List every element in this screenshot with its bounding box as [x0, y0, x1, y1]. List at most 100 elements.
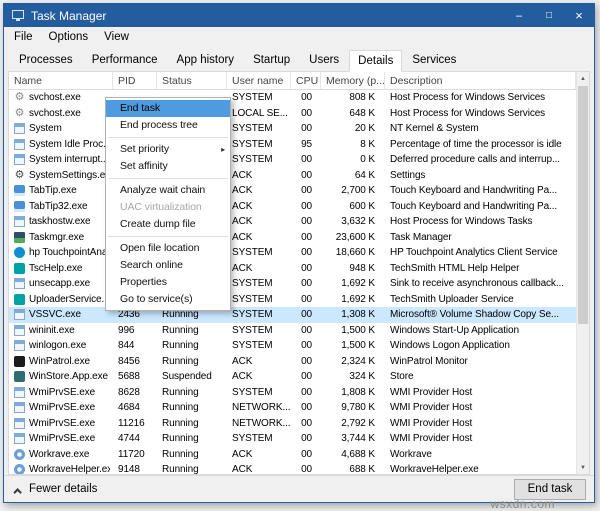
process-description: Windows Logon Application: [390, 340, 510, 352]
process-name-label: VSSVC.exe: [29, 309, 81, 321]
tab-users[interactable]: Users: [300, 50, 348, 71]
process-status: Running: [162, 386, 199, 398]
process-name-cell: unsecapp.exe: [9, 278, 113, 290]
context-menu-item-end-process-tree[interactable]: End process tree: [106, 117, 230, 134]
process-row[interactable]: WmiPrvSE.exe 11216 Running NETWORK... 00 2,79…: [9, 416, 576, 432]
process-name-label: TabTip.exe: [29, 185, 77, 197]
process-cpu: 00: [301, 386, 312, 398]
tab-app-history[interactable]: App history: [168, 50, 244, 71]
column-header-name[interactable]: Name: [9, 72, 113, 89]
process-pid: 844: [118, 340, 135, 352]
window-icon: [14, 417, 25, 429]
scroll-down-icon[interactable]: ▼: [577, 461, 589, 474]
workrave-icon: [14, 464, 25, 474]
process-row[interactable]: TabTip32.exe ACK 00 600 K Touch Keyboard and…: [9, 199, 576, 215]
column-header-row: Name PID Status User name CPU Memory (p... Des…: [9, 72, 589, 90]
process-row[interactable]: wininit.exe 996 Running SYSTEM 00 1,500 K Wind…: [9, 323, 576, 339]
column-header-user[interactable]: User name: [227, 72, 291, 89]
process-row[interactable]: TscHelp.exe ACK 00 948 K TechSmith HTML Help…: [9, 261, 576, 277]
fewer-details-label: Fewer details: [29, 483, 98, 495]
process-row[interactable]: WmiPrvSE.exe 4684 Running NETWORK... 00 9,780…: [9, 400, 576, 416]
menubar-item-file[interactable]: File: [6, 29, 41, 45]
menu-separator: [108, 137, 228, 138]
tab-performance[interactable]: Performance: [83, 50, 167, 71]
process-row[interactable]: WmiPrvSE.exe 4744 Running SYSTEM 00 3,744 K WM…: [9, 431, 576, 447]
process-cpu: 00: [301, 371, 312, 383]
process-row[interactable]: UploaderService... SYSTEM 00 1,692 K TechSmi…: [9, 292, 576, 308]
menubar-item-options[interactable]: Options: [41, 29, 97, 45]
context-menu-item-properties[interactable]: Properties: [106, 274, 230, 291]
context-menu-item-search-online[interactable]: Search online: [106, 257, 230, 274]
tab-processes[interactable]: Processes: [10, 50, 82, 71]
process-row[interactable]: Workrave.exe 11720 Running ACK 00 4,688 K Work…: [9, 447, 576, 463]
context-menu-item-open-file-location[interactable]: Open file location: [106, 240, 230, 257]
settings-gear-icon: ⚙: [14, 169, 25, 181]
tab-startup[interactable]: Startup: [244, 50, 299, 71]
process-row[interactable]: ⚙ SystemSettings.e... ACK 00 64 K Settings: [9, 168, 576, 184]
process-name-label: svchost.exe: [29, 107, 81, 119]
menubar-item-view[interactable]: View: [96, 29, 137, 45]
process-row[interactable]: TabTip.exe ACK 00 2,700 K Touch Keyboard and…: [9, 183, 576, 199]
process-memory: 1,500 K: [341, 340, 375, 352]
scroll-up-icon[interactable]: ▲: [577, 72, 589, 85]
window-icon: [14, 386, 25, 398]
winpatrol-icon: [14, 355, 25, 367]
process-user: ACK: [232, 355, 253, 367]
process-row[interactable]: ⚙ svchost.exe SYSTEM 00 808 K Host Process fo…: [9, 90, 576, 106]
scrollbar-thumb[interactable]: [578, 86, 588, 324]
column-header-cpu[interactable]: CPU: [291, 72, 321, 89]
vertical-scrollbar[interactable]: ▲ ▼: [576, 72, 589, 474]
process-user: ACK: [232, 464, 253, 474]
process-memory: 9,780 K: [341, 402, 375, 414]
process-row[interactable]: System interrupt... SYSTEM 00 0 K Deferred p…: [9, 152, 576, 168]
process-description: TechSmith HTML Help Helper: [390, 262, 520, 274]
process-user: SYSTEM: [232, 324, 273, 336]
tab-details[interactable]: Details: [349, 50, 403, 72]
titlebar[interactable]: Task Manager – □ ×: [4, 4, 594, 27]
process-status: Running: [162, 340, 199, 352]
process-row[interactable]: taskhostw.exe ACK 00 3,632 K Host Process fo…: [9, 214, 576, 230]
process-row[interactable]: unsecapp.exe SYSTEM 00 1,692 K Sink to recei…: [9, 276, 576, 292]
process-memory: 23,600 K: [335, 231, 375, 243]
process-status: Running: [162, 417, 199, 429]
column-header-status[interactable]: Status: [157, 72, 227, 89]
process-memory: 1,808 K: [341, 386, 375, 398]
close-button[interactable]: ×: [564, 4, 594, 27]
context-menu-item-create-dump-file[interactable]: Create dump file: [106, 216, 230, 233]
context-menu-item-uac-virtualization[interactable]: UAC virtualization: [106, 199, 230, 216]
menu-separator: [108, 178, 228, 179]
process-name-wrap: VSSVC.exe: [14, 309, 110, 321]
column-header-pid[interactable]: PID: [113, 72, 157, 89]
process-row[interactable]: System SYSTEM 00 20 K NT Kernel & System: [9, 121, 576, 137]
process-name-label: System Idle Proc...: [29, 138, 110, 150]
process-user: SYSTEM: [232, 386, 273, 398]
context-menu-item-analyze-wait-chain[interactable]: Analyze wait chain: [106, 182, 230, 199]
task-manager-window: Task Manager – □ × File Options View Proce…: [3, 3, 595, 503]
minimize-button[interactable]: –: [504, 4, 534, 27]
process-row[interactable]: WorkraveHelper.exe 9148 Running ACK 00 688 K W…: [9, 462, 576, 474]
process-name-cell: hp TouchpointAna...: [9, 247, 113, 259]
process-row[interactable]: ⚙ svchost.exe LOCAL SE... 00 648 K Host Proce…: [9, 106, 576, 122]
process-row[interactable]: winlogon.exe 844 Running SYSTEM 00 1,500 K Win…: [9, 338, 576, 354]
process-row[interactable]: hp TouchpointAna... SYSTEM 00 18,660 K HP To…: [9, 245, 576, 261]
process-row[interactable]: WinPatrol.exe 8456 Running ACK 00 2,324 K WinP…: [9, 354, 576, 370]
process-row[interactable]: VSSVC.exe 2436 Running SYSTEM 00 1,308 K Micro…: [9, 307, 576, 323]
column-header-memory[interactable]: Memory (p...: [321, 72, 385, 89]
process-row[interactable]: WinStore.App.exe 5688 Suspended ACK 00 324 K S…: [9, 369, 576, 385]
process-cpu: 00: [301, 324, 312, 336]
process-row[interactable]: System Idle Proc... SYSTEM 95 8 K Percentage…: [9, 137, 576, 153]
process-name-cell: TscHelp.exe: [9, 262, 113, 274]
context-menu-item-end-task[interactable]: End task: [106, 100, 230, 117]
process-row[interactable]: WmiPrvSE.exe 8628 Running SYSTEM 00 1,808 K WM…: [9, 385, 576, 401]
process-description: Windows Start-Up Application: [390, 324, 519, 336]
process-row[interactable]: Taskmgr.exe ACK 00 23,600 K Task Manager: [9, 230, 576, 246]
fewer-details-button[interactable]: Fewer details: [12, 481, 101, 497]
context-menu-item-set-priority[interactable]: Set priority ▸: [106, 141, 230, 158]
column-header-desc[interactable]: Description: [385, 72, 576, 89]
process-description: Store: [390, 371, 414, 383]
tab-services[interactable]: Services: [403, 50, 465, 71]
context-menu-item-go-to-service-s[interactable]: Go to service(s): [106, 291, 230, 308]
context-menu-item-set-affinity[interactable]: Set affinity: [106, 158, 230, 175]
process-name-wrap: ⚙ svchost.exe: [14, 92, 110, 103]
maximize-button[interactable]: □: [534, 4, 564, 27]
